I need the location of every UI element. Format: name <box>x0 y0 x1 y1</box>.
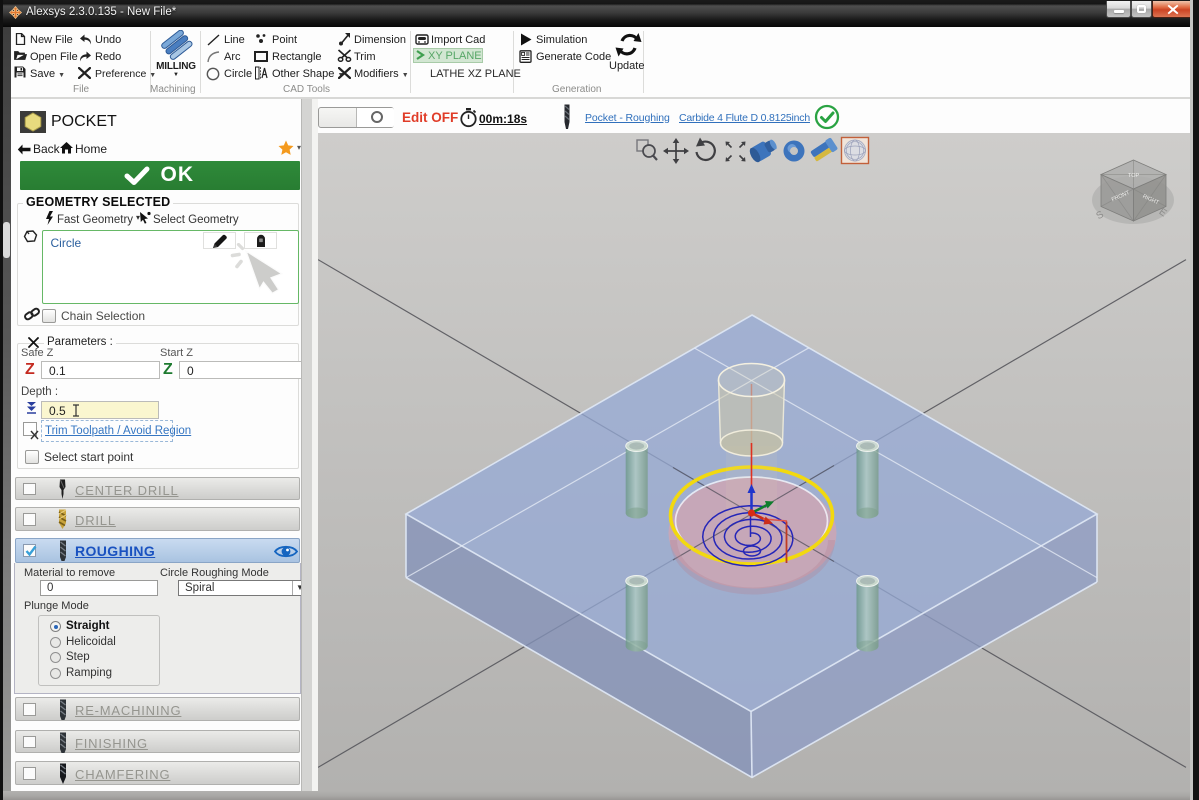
svg-text:TOP: TOP <box>1128 173 1140 179</box>
